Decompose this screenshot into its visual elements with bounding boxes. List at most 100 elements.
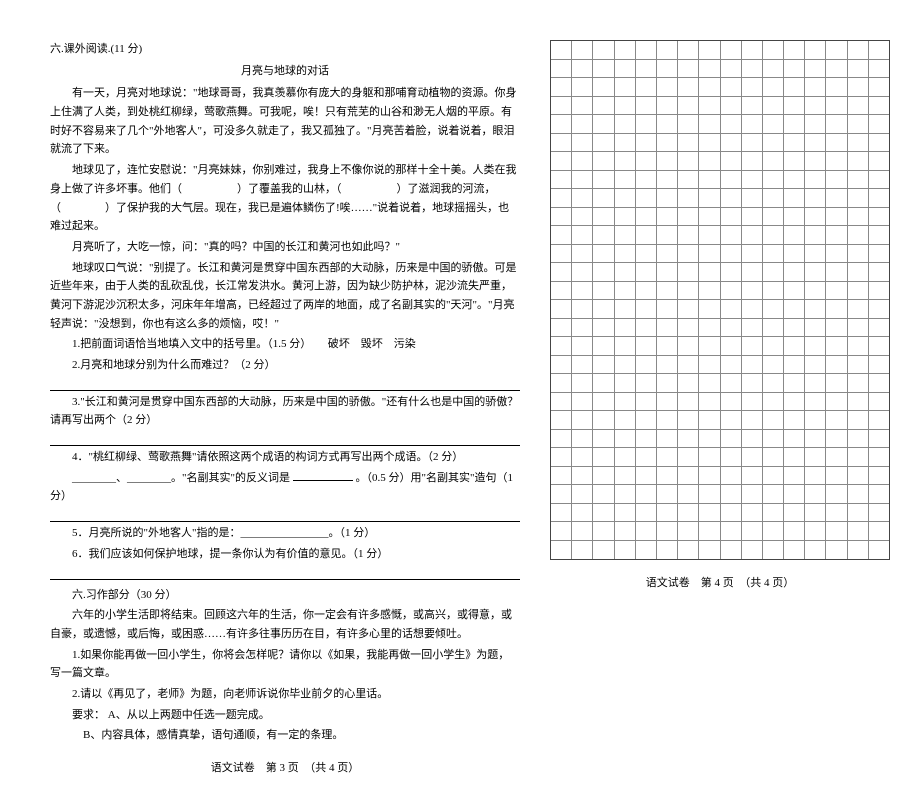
grid-cell[interactable] bbox=[551, 152, 572, 170]
grid-cell[interactable] bbox=[742, 171, 763, 189]
grid-cell[interactable] bbox=[805, 134, 826, 152]
grid-cell[interactable] bbox=[615, 356, 636, 374]
grid-cell[interactable] bbox=[572, 300, 593, 318]
grid-cell[interactable] bbox=[805, 319, 826, 337]
grid-cell[interactable] bbox=[615, 208, 636, 226]
grid-cell[interactable] bbox=[848, 485, 869, 503]
grid-cell[interactable] bbox=[593, 152, 614, 170]
grid-cell[interactable] bbox=[721, 467, 742, 485]
grid-cell[interactable] bbox=[551, 485, 572, 503]
grid-cell[interactable] bbox=[784, 226, 805, 244]
grid-cell[interactable] bbox=[763, 282, 784, 300]
grid-cell[interactable] bbox=[699, 504, 720, 522]
grid-cell[interactable] bbox=[593, 411, 614, 429]
grid-cell[interactable] bbox=[869, 263, 889, 281]
grid-cell[interactable] bbox=[678, 541, 699, 560]
grid-cell[interactable] bbox=[763, 467, 784, 485]
grid-cell[interactable] bbox=[593, 134, 614, 152]
grid-cell[interactable] bbox=[869, 319, 889, 337]
grid-cell[interactable] bbox=[784, 97, 805, 115]
grid-cell[interactable] bbox=[848, 522, 869, 540]
grid-cell[interactable] bbox=[742, 467, 763, 485]
grid-cell[interactable] bbox=[848, 356, 869, 374]
grid-cell[interactable] bbox=[678, 226, 699, 244]
grid-cell[interactable] bbox=[784, 300, 805, 318]
grid-cell[interactable] bbox=[572, 356, 593, 374]
grid-cell[interactable] bbox=[678, 411, 699, 429]
grid-cell[interactable] bbox=[763, 41, 784, 59]
grid-cell[interactable] bbox=[826, 282, 847, 300]
grid-cell[interactable] bbox=[657, 208, 678, 226]
grid-cell[interactable] bbox=[826, 208, 847, 226]
grid-cell[interactable] bbox=[615, 226, 636, 244]
grid-cell[interactable] bbox=[805, 115, 826, 133]
grid-cell[interactable] bbox=[869, 282, 889, 300]
grid-cell[interactable] bbox=[869, 504, 889, 522]
grid-cell[interactable] bbox=[699, 300, 720, 318]
grid-cell[interactable] bbox=[678, 282, 699, 300]
grid-cell[interactable] bbox=[636, 226, 657, 244]
grid-cell[interactable] bbox=[742, 541, 763, 560]
grid-cell[interactable] bbox=[699, 467, 720, 485]
grid-cell[interactable] bbox=[678, 448, 699, 466]
grid-cell[interactable] bbox=[636, 208, 657, 226]
grid-cell[interactable] bbox=[826, 541, 847, 560]
grid-cell[interactable] bbox=[636, 448, 657, 466]
grid-cell[interactable] bbox=[593, 245, 614, 263]
grid-cell[interactable] bbox=[551, 374, 572, 392]
grid-cell[interactable] bbox=[721, 189, 742, 207]
grid-cell[interactable] bbox=[721, 393, 742, 411]
grid-cell[interactable] bbox=[678, 319, 699, 337]
grid-cell[interactable] bbox=[763, 411, 784, 429]
grid-cell[interactable] bbox=[593, 263, 614, 281]
grid-cell[interactable] bbox=[826, 467, 847, 485]
grid-cell[interactable] bbox=[551, 467, 572, 485]
grid-cell[interactable] bbox=[742, 115, 763, 133]
grid-cell[interactable] bbox=[742, 134, 763, 152]
grid-cell[interactable] bbox=[763, 485, 784, 503]
grid-cell[interactable] bbox=[763, 337, 784, 355]
grid-cell[interactable] bbox=[636, 134, 657, 152]
grid-cell[interactable] bbox=[848, 263, 869, 281]
grid-cell[interactable] bbox=[848, 300, 869, 318]
grid-cell[interactable] bbox=[763, 393, 784, 411]
grid-cell[interactable] bbox=[657, 430, 678, 448]
grid-cell[interactable] bbox=[721, 152, 742, 170]
grid-cell[interactable] bbox=[551, 189, 572, 207]
grid-cell[interactable] bbox=[678, 171, 699, 189]
grid-cell[interactable] bbox=[869, 78, 889, 96]
grid-cell[interactable] bbox=[657, 522, 678, 540]
grid-cell[interactable] bbox=[636, 411, 657, 429]
grid-cell[interactable] bbox=[869, 300, 889, 318]
grid-cell[interactable] bbox=[678, 504, 699, 522]
grid-cell[interactable] bbox=[636, 522, 657, 540]
grid-cell[interactable] bbox=[826, 152, 847, 170]
grid-cell[interactable] bbox=[551, 541, 572, 560]
grid-cell[interactable] bbox=[593, 374, 614, 392]
grid-cell[interactable] bbox=[593, 171, 614, 189]
grid-cell[interactable] bbox=[678, 78, 699, 96]
grid-cell[interactable] bbox=[551, 411, 572, 429]
grid-cell[interactable] bbox=[805, 97, 826, 115]
grid-cell[interactable] bbox=[678, 134, 699, 152]
grid-cell[interactable] bbox=[572, 171, 593, 189]
grid-cell[interactable] bbox=[572, 485, 593, 503]
grid-cell[interactable] bbox=[699, 189, 720, 207]
grid-cell[interactable] bbox=[848, 226, 869, 244]
grid-cell[interactable] bbox=[615, 411, 636, 429]
grid-cell[interactable] bbox=[721, 522, 742, 540]
grid-cell[interactable] bbox=[657, 319, 678, 337]
grid-cell[interactable] bbox=[869, 115, 889, 133]
grid-cell[interactable] bbox=[869, 430, 889, 448]
grid-cell[interactable] bbox=[593, 430, 614, 448]
grid-cell[interactable] bbox=[869, 541, 889, 560]
grid-cell[interactable] bbox=[763, 541, 784, 560]
grid-cell[interactable] bbox=[572, 337, 593, 355]
grid-cell[interactable] bbox=[784, 171, 805, 189]
grid-cell[interactable] bbox=[699, 337, 720, 355]
grid-cell[interactable] bbox=[572, 115, 593, 133]
grid-cell[interactable] bbox=[678, 356, 699, 374]
grid-cell[interactable] bbox=[572, 411, 593, 429]
grid-cell[interactable] bbox=[742, 300, 763, 318]
grid-cell[interactable] bbox=[826, 60, 847, 78]
